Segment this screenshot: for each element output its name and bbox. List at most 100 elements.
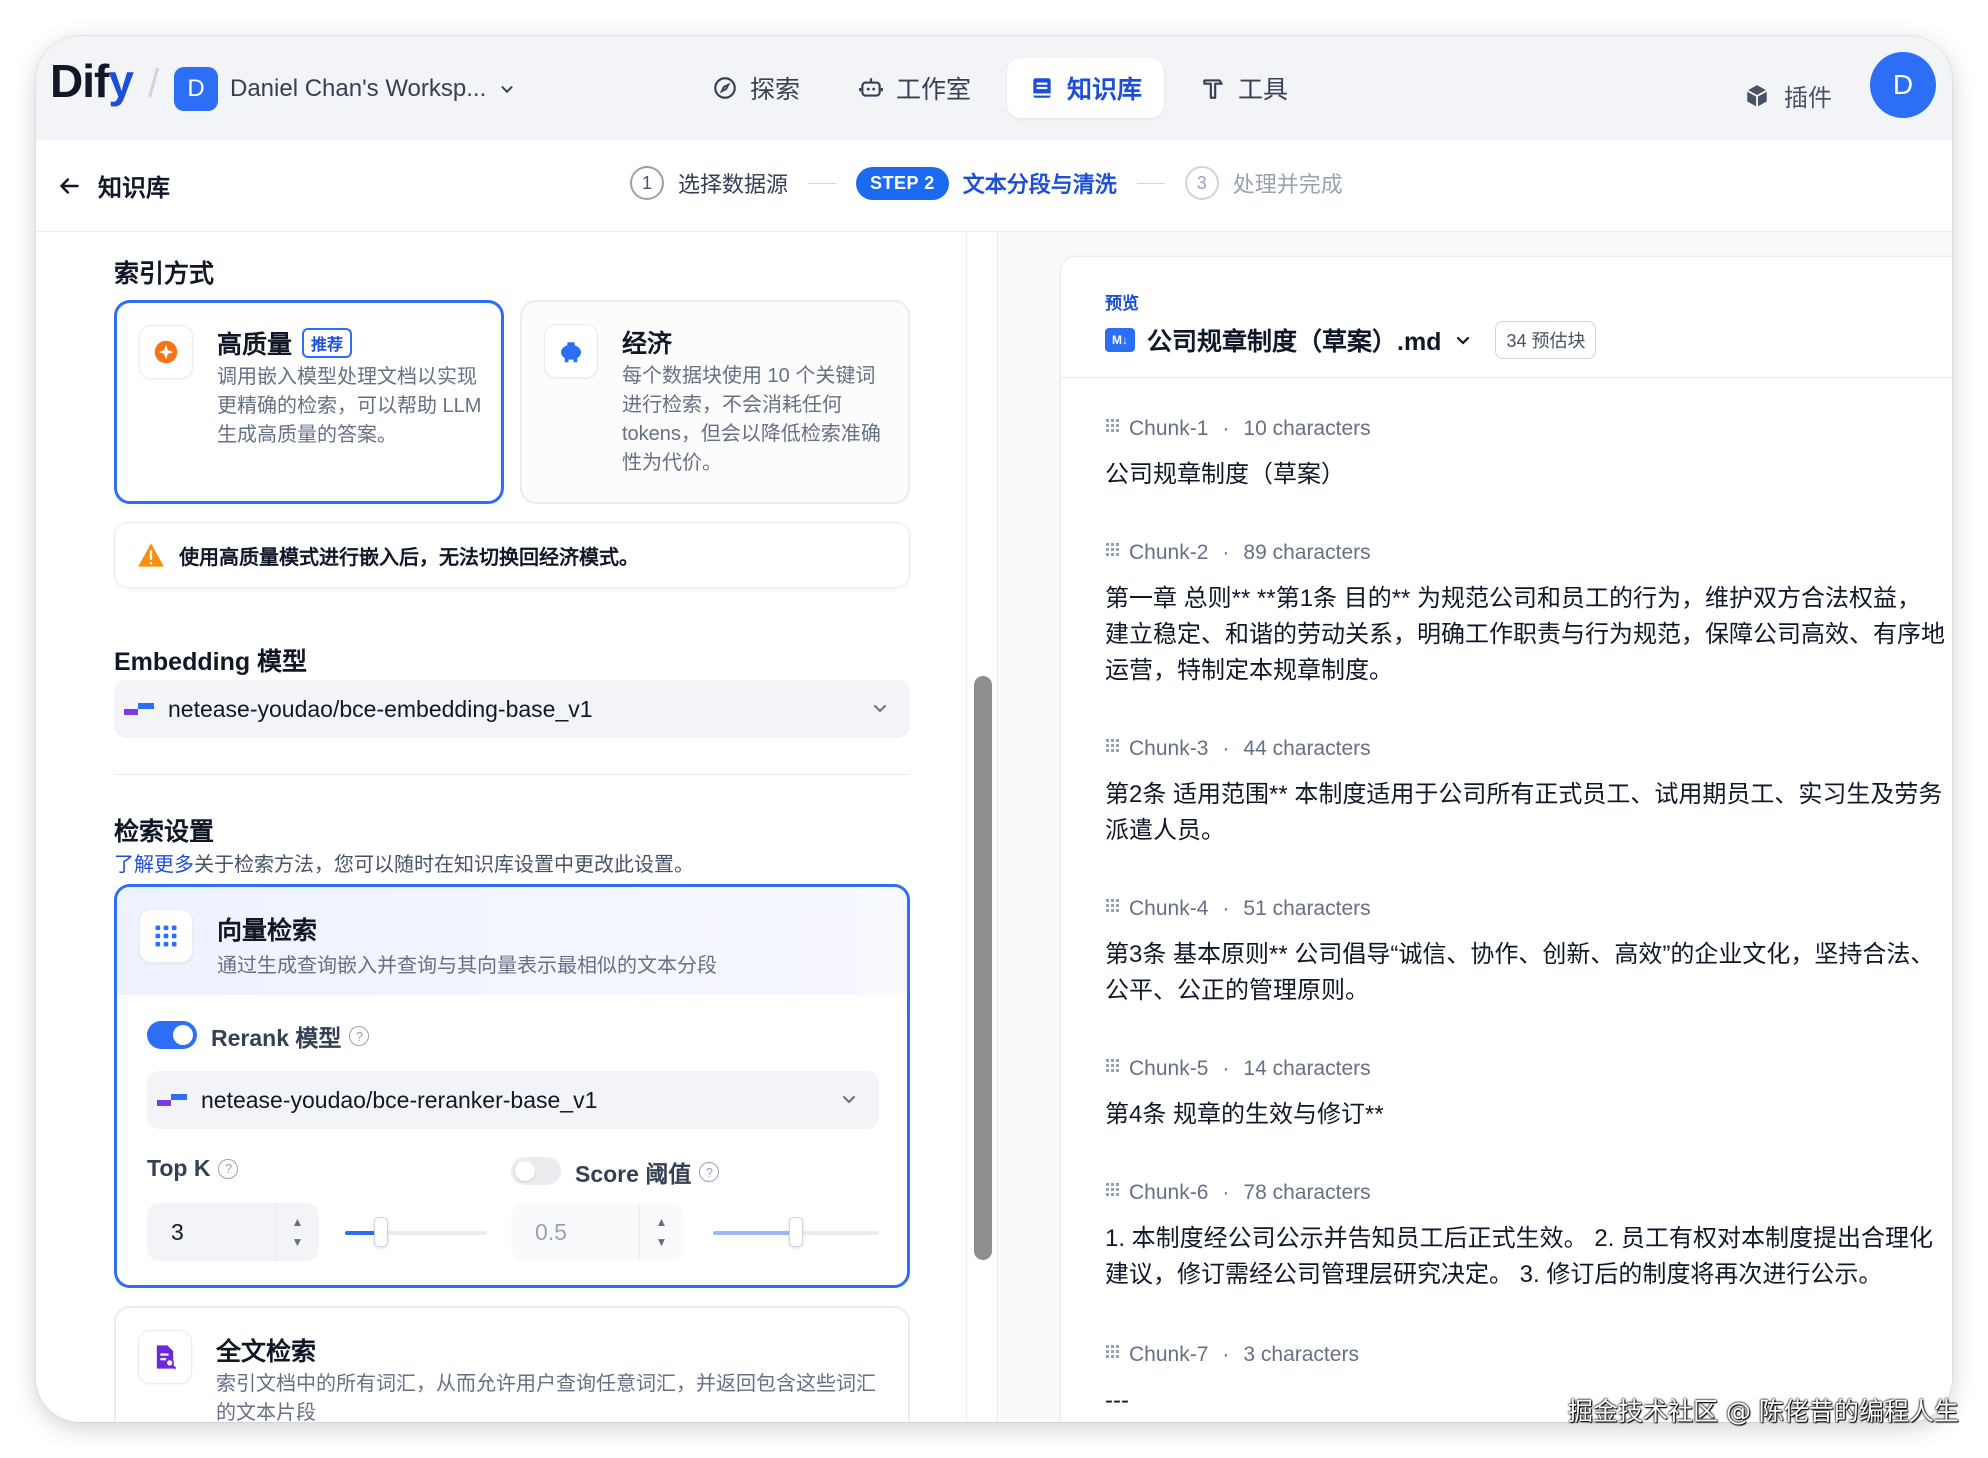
chunk-char-count: 10 characters [1243,417,1371,440]
score-threshold-label-text: Score 阈值 [575,1161,692,1187]
vector-search-card[interactable]: 向量检索 通过生成查询嵌入并查询与其向量表示最相似的文本分段 Rerank 模型… [114,884,910,1288]
cube-icon [1746,84,1768,107]
piggy-bank-icon [544,324,598,378]
settings-panel: 索引方式 高质量 推荐 调用嵌入模型处理文档以实现更精确的检索，可以帮助 LLM… [36,232,966,1422]
top-k-slider[interactable] [345,1217,487,1247]
preview-card: 预览 M↓ 公司规章制度（草案）.md 34 预估块 Chunk-1 · 10 ch… [1060,256,1952,1422]
score-threshold-slider[interactable] [713,1217,879,1247]
help-icon[interactable]: ? [699,1162,720,1182]
score-threshold-value: 0.5 [535,1218,567,1245]
nav-knowledge-label: 知识库 [1067,76,1143,104]
score-stepper[interactable]: ▲ ▼ [639,1203,683,1261]
rerank-model-value: netease-youdao/bce-reranker-base_v1 [201,1086,598,1113]
chevron-down-icon [1457,336,1470,345]
chunk-header: Chunk-7 · 3 characters [1105,1343,1945,1367]
chevron-down-icon[interactable]: ▼ [292,1235,304,1249]
back-label: 知识库 [98,175,170,202]
top-k-label-text: Top K [147,1155,211,1181]
grip-icon [1105,1057,1123,1081]
chunk-char-count: 89 characters [1243,541,1371,564]
rerank-label-text: Rerank 模型 [211,1025,342,1051]
back-button[interactable]: 知识库 [56,168,170,203]
score-threshold-toggle[interactable] [511,1157,561,1185]
separator-dot: · [1222,737,1230,760]
workspace-selector[interactable]: D Daniel Chan's Worksp... [174,64,516,114]
rerank-model-select[interactable]: netease-youdao/bce-reranker-base_v1 [147,1071,879,1129]
user-avatar[interactable]: D [1870,52,1936,118]
grip-icon [1105,541,1123,565]
preview-tag: 预览 [1105,294,1139,313]
document-search-icon [138,1330,192,1384]
full-text-search-card[interactable]: 全文检索 索引文档中的所有词汇，从而允许用户查询任意词汇，并返回包含这些词汇的文… [114,1306,910,1422]
chevron-up-icon[interactable]: ▲ [292,1215,304,1229]
hammer-icon [1203,79,1223,99]
dify-logo[interactable]: Dify [50,54,134,108]
preview-panel: 预览 M↓ 公司规章制度（草案）.md 34 预估块 Chunk-1 · 10 ch… [1000,232,1952,1422]
preview-file-selector[interactable]: M↓ 公司规章制度（草案）.md 34 预估块 [1105,321,1597,359]
chunk-header: Chunk-2 · 89 characters [1105,541,1945,565]
chevron-down-icon[interactable]: ▼ [656,1235,668,1249]
grip-icon [1105,1181,1123,1205]
separator-dot: · [1222,417,1230,440]
high-quality-title: 高质量 推荐 [217,325,353,361]
chunk-item: Chunk-2 · 89 characters 第一章 总则** **第1条 目的**… [1105,541,1945,689]
rerank-toggle[interactable] [147,1021,197,1049]
step-2-label: 文本分段与清洗 [962,172,1117,197]
recommended-badge: 推荐 [302,328,353,358]
chunk-count-badge: 34 预估块 [1495,321,1597,359]
section-divider [114,774,910,775]
chunk-name: Chunk-1 [1129,417,1209,440]
app-window: Dify / D Daniel Chan's Worksp... 探索 工作室 … [36,36,1952,1422]
help-icon[interactable]: ? [349,1026,370,1046]
help-icon[interactable]: ? [218,1158,239,1179]
sparkle-icon [139,325,193,379]
main-nav: 探索 工作室 知识库 工具 [690,58,1310,118]
full-text-search-desc: 索引文档中的所有词汇，从而允许用户查询任意词汇，并返回包含这些词汇的文本片段 [216,1373,876,1422]
score-slider-fill [713,1231,796,1235]
nav-explore-label: 探索 [750,76,801,104]
chunk-char-count: 3 characters [1243,1343,1359,1366]
plugins-label: 插件 [1784,85,1832,112]
chunk-char-count: 78 characters [1243,1181,1371,1204]
chevron-up-icon[interactable]: ▲ [656,1215,668,1229]
learn-more-link[interactable]: 了解更多 [114,854,194,876]
index-economy-card[interactable]: 经济 每个数据块使用 10 个关键词进行检索，不会消耗任何 tokens，但会以… [520,300,910,504]
settings-scrollbar[interactable] [966,232,998,1422]
index-method-title: 索引方式 [114,260,215,288]
nav-knowledge[interactable]: 知识库 [1007,58,1165,118]
grip-icon [1105,417,1123,441]
top-k-input[interactable]: 3 ▲ ▼ [147,1203,319,1261]
top-k-value: 3 [171,1218,184,1245]
economy-desc: 每个数据块使用 10 个关键词进行检索，不会消耗任何 tokens，但会以降低检… [622,365,881,474]
separator-dot: · [1222,1057,1230,1080]
index-high-quality-card[interactable]: 高质量 推荐 调用嵌入模型处理文档以实现更精确的检索，可以帮助 LLM 生成高质… [114,300,504,504]
grip-icon [1105,737,1123,761]
top-k-stepper[interactable]: ▲ ▼ [275,1203,319,1261]
preview-file-name: 公司规章制度（草案）.md [1147,328,1442,356]
nav-studio[interactable]: 工作室 [836,58,993,118]
arrow-left-icon [60,177,79,194]
step-3-label: 处理并完成 [1232,172,1343,197]
chunk-name: Chunk-4 [1129,897,1209,920]
score-threshold-input[interactable]: 0.5 ▲ ▼ [511,1203,683,1261]
chunk-name: Chunk-6 [1129,1181,1209,1204]
separator-dot: · [1222,897,1230,920]
chunk-name: Chunk-3 [1129,737,1209,760]
chunk-header: Chunk-6 · 78 characters [1105,1181,1945,1205]
workspace-name: Daniel Chan's Worksp... [230,75,487,102]
index-warning: 使用高质量模式进行嵌入后，无法切换回经济模式。 [114,522,910,588]
nav-explore[interactable]: 探索 [690,58,822,118]
plugins-button[interactable]: 插件 [1744,78,1832,113]
score-slider-thumb[interactable] [789,1217,803,1247]
nav-tools[interactable]: 工具 [1178,58,1310,118]
chevron-down-icon [874,705,886,713]
scrollbar-thumb[interactable] [974,676,992,1260]
rerank-label: Rerank 模型 ? [211,1019,370,1053]
retrieval-title: 检索设置 [114,818,215,846]
wizard-steps: 1 选择数据源 STEP 2 文本分段与清洗 3 处理并完成 [630,166,1343,200]
chunk-item: Chunk-3 · 44 characters 第2条 适用范围** 本制度适用于公司… [1105,737,1945,849]
high-quality-desc: 调用嵌入模型处理文档以实现更精确的检索，可以帮助 LLM 生成高质量的答案。 [217,366,482,446]
main-content: 知识库 1 选择数据源 STEP 2 文本分段与清洗 3 处理并完成 索引方式 [36,140,1952,1422]
top-k-slider-thumb[interactable] [373,1217,388,1247]
embedding-model-select[interactable]: netease-youdao/bce-embedding-base_v1 [114,680,910,738]
